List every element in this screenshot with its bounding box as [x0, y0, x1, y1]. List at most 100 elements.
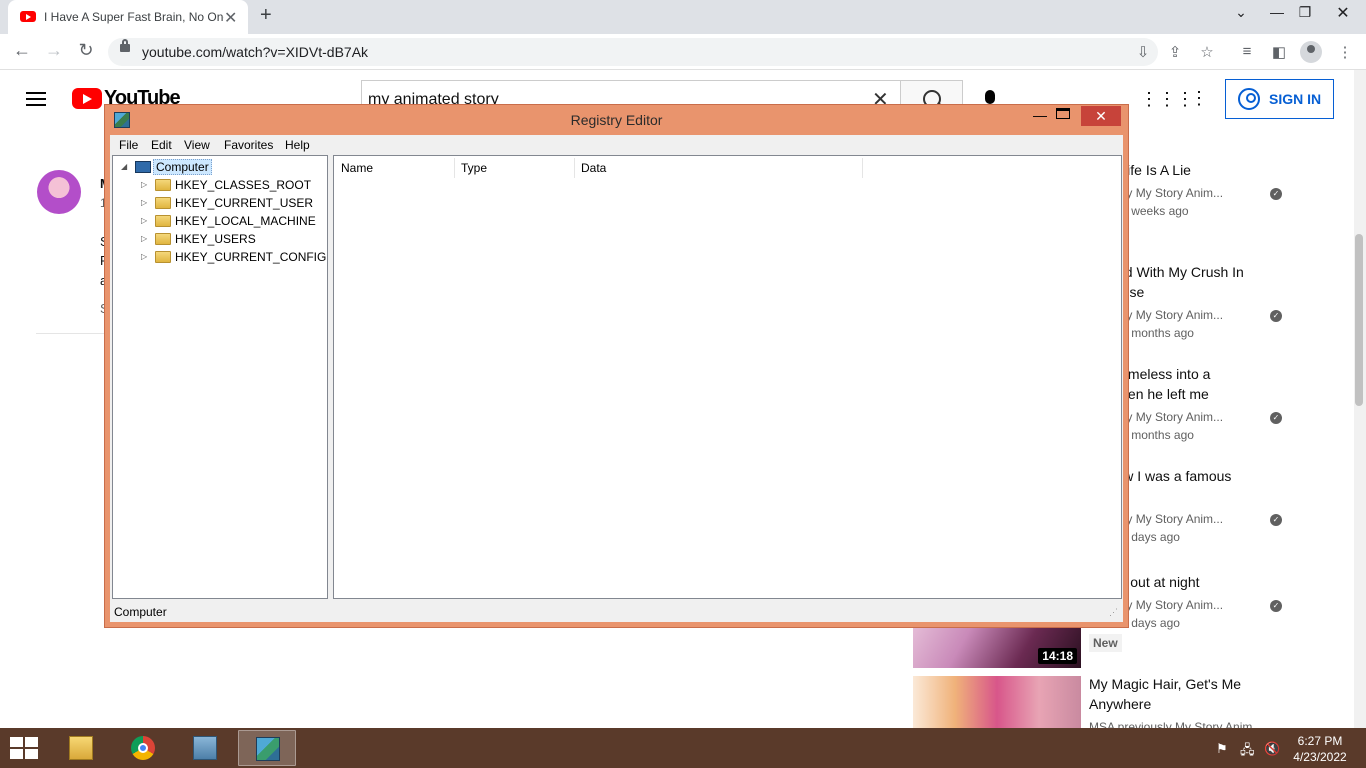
bookmark-star-icon[interactable]: ☆ [1196, 43, 1218, 61]
install-app-icon[interactable]: ⇩ [1132, 43, 1154, 61]
tree-node-label[interactable]: HKEY_CLASSES_ROOT [175, 178, 311, 192]
taskbar-file-explorer[interactable] [52, 730, 110, 766]
menu-favorites[interactable]: Favorites [224, 138, 273, 152]
chrome-icon [131, 736, 155, 760]
clock-time: 6:27 PM [1297, 734, 1343, 748]
regedit-title: Registry Editor [570, 112, 663, 128]
expand-arrow-icon[interactable]: ▷ [141, 252, 147, 261]
youtube-logo-icon[interactable] [72, 88, 102, 109]
folder-icon [155, 251, 171, 263]
tree-node-label[interactable]: HKEY_CURRENT_CONFIG [175, 250, 326, 264]
file-explorer-icon [69, 736, 93, 760]
menu-hamburger-icon[interactable] [26, 92, 46, 106]
column-separator[interactable] [454, 158, 455, 178]
column-header-name[interactable]: Name [341, 161, 373, 175]
regedit-titlebar[interactable]: Registry Editor — ✕ [105, 105, 1128, 135]
menu-view[interactable]: View [184, 138, 210, 152]
comment-avatar[interactable] [37, 170, 81, 214]
rec-channel[interactable]: MSA previously My Story Anim... [1089, 720, 1279, 728]
side-panel-icon[interactable]: ◧ [1268, 43, 1290, 61]
expand-arrow-icon[interactable]: ▷ [141, 198, 147, 207]
tree-node-label[interactable]: HKEY_LOCAL_MACHINE [175, 214, 316, 228]
tab-close-icon[interactable]: ✕ [224, 8, 237, 28]
sign-in-label: SIGN IN [1269, 91, 1322, 107]
regedit-statusbar: Computer ⋰ [111, 601, 1122, 621]
reading-list-icon[interactable]: ≡ [1236, 43, 1258, 60]
apps-grid-icon[interactable]: ⋮⋮⋮ [1140, 89, 1194, 110]
tree-node-label[interactable]: HKEY_CURRENT_USER [175, 196, 313, 210]
account-icon [1238, 88, 1260, 110]
registry-tree-pane[interactable]: ◢ Computer ▷ HKEY_CLASSES_ROOT ▷ HKEY_CU… [112, 155, 328, 599]
regedit-minimize-button[interactable]: — [1030, 107, 1050, 123]
voice-search-mic-icon[interactable] [985, 90, 995, 104]
new-tab-button[interactable]: + [260, 4, 272, 27]
browser-menu-icon[interactable]: ⋮ [1334, 43, 1356, 61]
verified-icon: ✓ [1270, 514, 1282, 526]
verified-icon: ✓ [1270, 412, 1282, 424]
restore-browser-button[interactable]: ❐ [1290, 4, 1320, 21]
clock-date: 4/23/2022 [1293, 750, 1347, 764]
address-bar[interactable]: youtube.com/watch?v=XIDVt-dB7Ak [108, 38, 1158, 66]
column-header-data[interactable]: Data [581, 161, 606, 175]
column-separator[interactable] [862, 158, 863, 178]
registry-editor-window: Registry Editor — ✕ File Edit View Favor… [104, 104, 1129, 628]
folder-icon [155, 215, 171, 227]
regedit-menubar: File Edit View Favorites Help [111, 135, 1122, 155]
browser-toolbar: ← → ↻ youtube.com/watch?v=XIDVt-dB7Ak ⇩ … [0, 34, 1366, 70]
collapse-arrow-icon[interactable]: ◢ [121, 162, 127, 171]
share-icon[interactable]: ⇪ [1164, 43, 1186, 61]
rec-video-title[interactable]: Anywhere [1089, 694, 1289, 714]
taskbar-registry-editor[interactable] [238, 730, 296, 766]
column-header-type[interactable]: Type [461, 161, 487, 175]
profile-avatar-icon[interactable] [1300, 41, 1322, 63]
browser-tabstrip: I Have A Super Fast Brain, No One ✕ + ⌄ … [0, 0, 1366, 34]
minimize-browser-button[interactable]: — [1262, 4, 1292, 20]
forward-button[interactable]: → [42, 40, 66, 61]
taskbar-download-app[interactable] [176, 730, 234, 766]
browser-tab[interactable]: I Have A Super Fast Brain, No One ✕ [8, 0, 248, 34]
settings-more-icon[interactable]: ⋮ [1190, 88, 1208, 109]
windows-start-icon[interactable] [10, 737, 38, 759]
expand-arrow-icon[interactable]: ▷ [141, 216, 147, 225]
lock-icon[interactable] [120, 39, 130, 52]
column-separator[interactable] [574, 158, 575, 178]
taskbar-chrome[interactable] [114, 730, 172, 766]
url-text[interactable]: youtube.com/watch?v=XIDVt-dB7Ak [142, 44, 368, 60]
back-button[interactable]: ← [10, 40, 34, 61]
regedit-close-button[interactable]: ✕ [1081, 106, 1121, 126]
reload-button[interactable]: ↻ [74, 40, 98, 61]
volume-muted-icon[interactable]: 🔇 [1264, 741, 1280, 757]
menu-edit[interactable]: Edit [151, 138, 172, 152]
registry-values-pane[interactable]: Name Type Data [333, 155, 1122, 599]
video-thumbnail[interactable] [913, 676, 1081, 728]
windows-taskbar: ⚑ 🖧 🔇 6:27 PM 4/23/2022 [0, 728, 1366, 768]
download-app-icon [193, 736, 217, 760]
menu-help[interactable]: Help [285, 138, 310, 152]
expand-arrow-icon[interactable]: ▷ [141, 234, 147, 243]
folder-icon [155, 197, 171, 209]
tab-title: I Have A Super Fast Brain, No One [44, 10, 224, 24]
page-scrollbar-thumb[interactable] [1355, 234, 1363, 406]
action-center-flag-icon[interactable]: ⚑ [1216, 741, 1228, 757]
chrome-center-icon [138, 743, 148, 753]
video-duration-badge: 14:18 [1038, 648, 1077, 664]
expand-arrow-icon[interactable]: ▷ [141, 180, 147, 189]
folder-icon [155, 233, 171, 245]
verified-icon: ✓ [1270, 600, 1282, 612]
regedit-taskbar-icon [256, 737, 280, 761]
verified-icon: ✓ [1270, 310, 1282, 322]
regedit-maximize-button[interactable] [1056, 108, 1070, 119]
close-browser-button[interactable]: ✕ [1320, 0, 1366, 30]
tab-search-icon[interactable]: ⌄ [1226, 4, 1256, 21]
status-path: Computer [114, 605, 167, 619]
resize-grip-icon[interactable]: ⋰ [1109, 607, 1118, 618]
sign-in-button[interactable]: SIGN IN [1225, 79, 1334, 119]
tree-node-label[interactable]: Computer [153, 159, 212, 175]
taskbar-clock[interactable]: 6:27 PM 4/23/2022 [1286, 733, 1354, 765]
menu-file[interactable]: File [119, 138, 138, 152]
network-icon[interactable]: 🖧 [1240, 741, 1255, 763]
folder-icon [155, 179, 171, 191]
tree-node-label[interactable]: HKEY_USERS [175, 232, 256, 246]
youtube-favicon-icon [20, 11, 36, 22]
rec-video-title[interactable]: My Magic Hair, Get's Me [1089, 674, 1289, 694]
